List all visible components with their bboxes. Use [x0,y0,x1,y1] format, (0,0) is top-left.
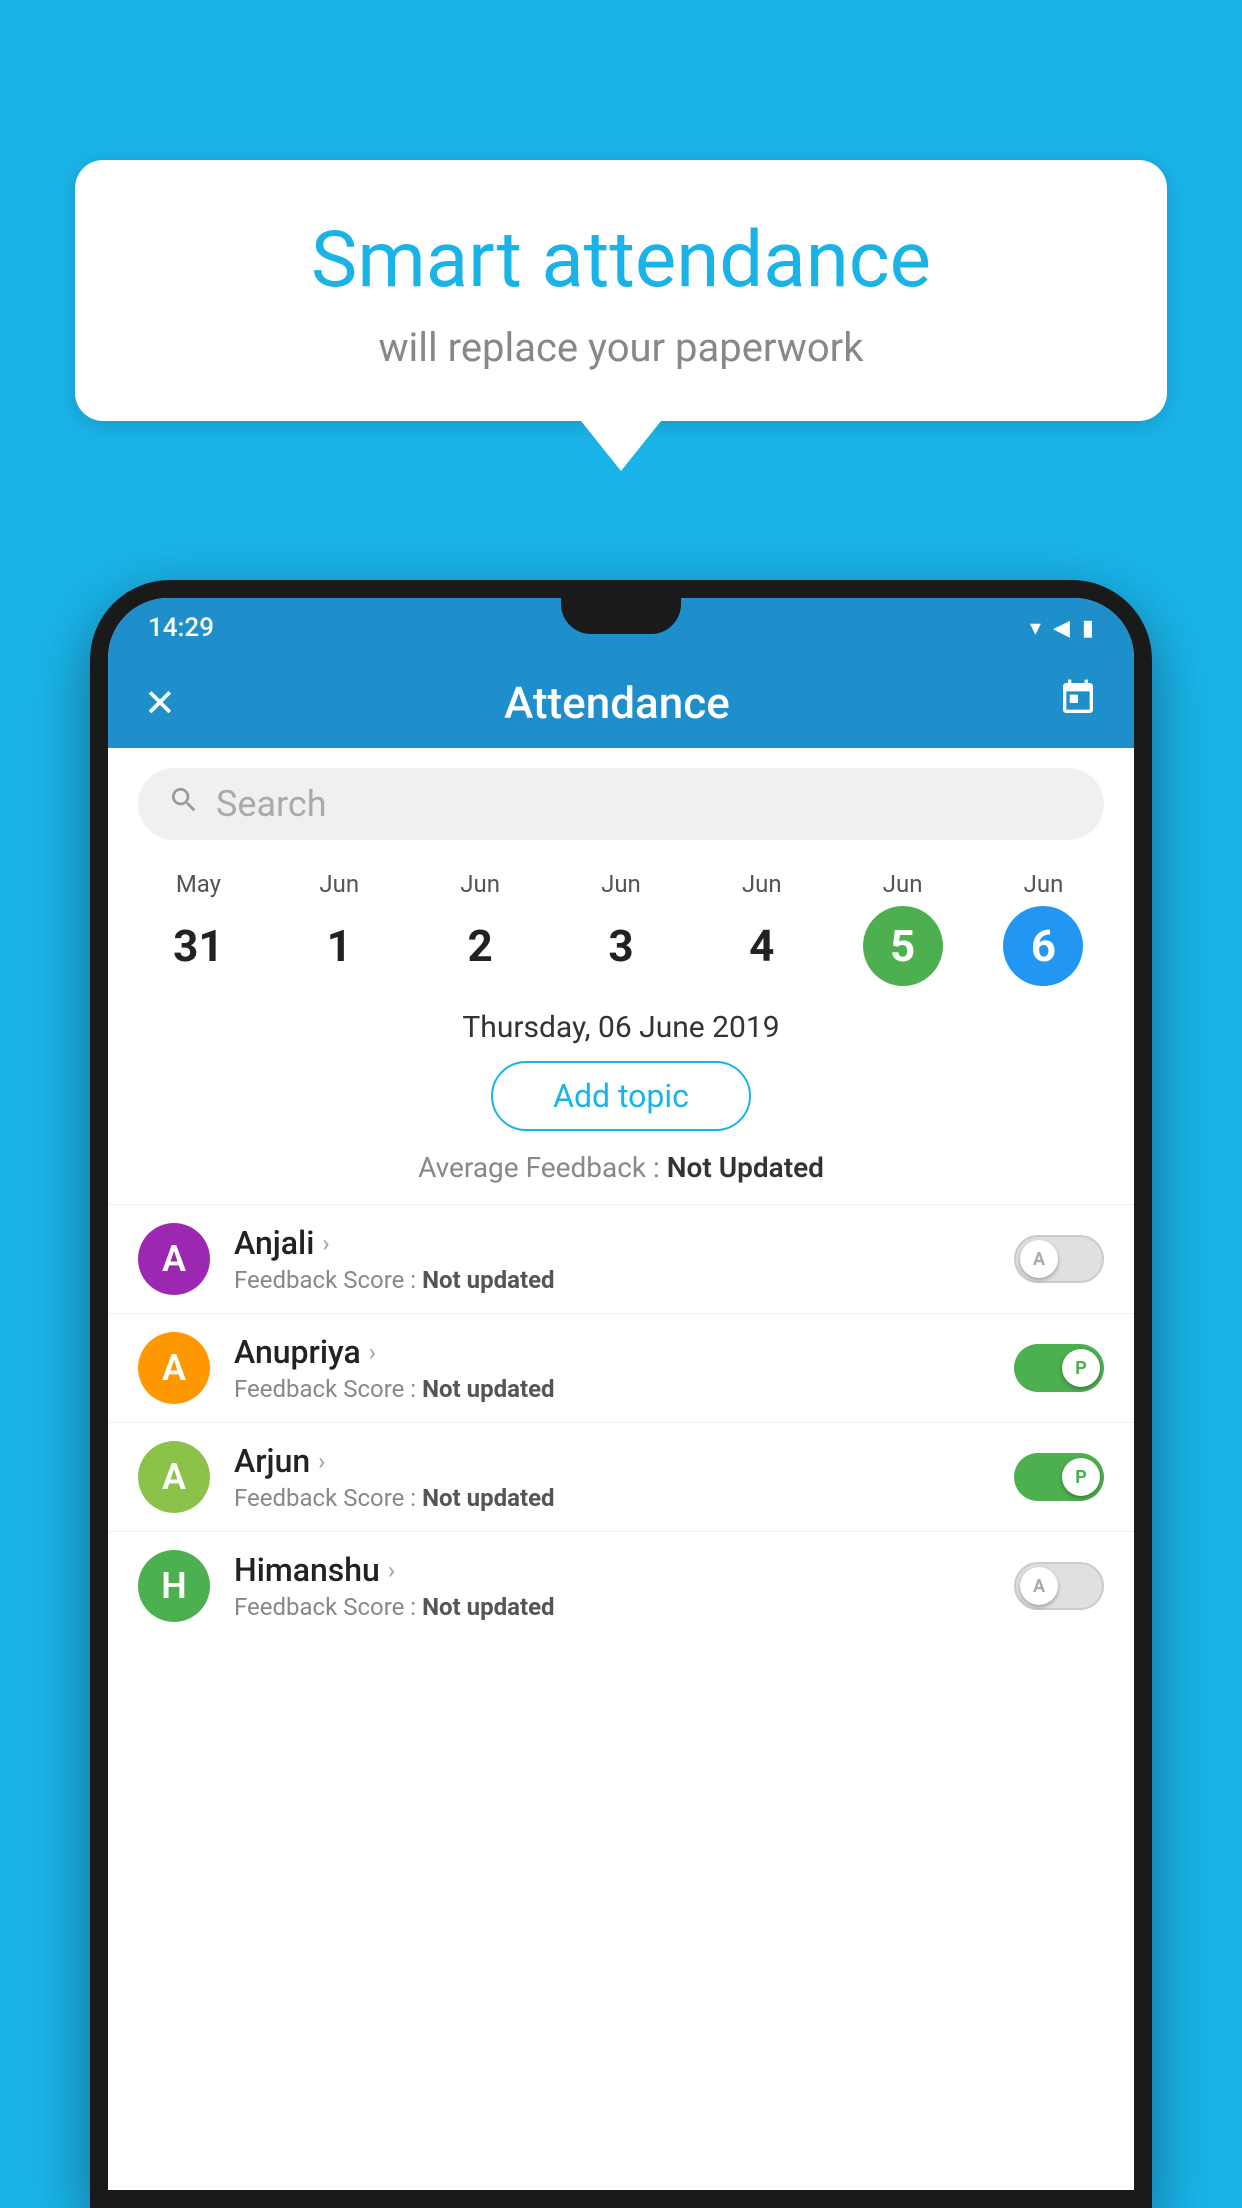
calendar-day[interactable]: Jun 1 [299,870,379,986]
speech-bubble-subtitle: will replace your paperwork [135,324,1107,371]
student-feedback: Feedback Score : Not updated [234,1593,1014,1621]
avatar: H [138,1550,210,1622]
student-name: Anupriya › [234,1333,1014,1371]
app-title: Attendance [504,677,730,729]
phone-notch [561,598,681,634]
search-bar[interactable]: Search [138,768,1104,840]
day-number[interactable]: 3 [581,906,661,986]
chevron-right-icon: › [369,1338,376,1366]
student-item[interactable]: A Anupriya › Feedback Score : Not updated P [108,1313,1134,1422]
student-item[interactable]: AAnjali ›Feedback Score : Not updatedA [108,1204,1134,1313]
toggle-knob: P [1062,1458,1100,1496]
calendar-icon[interactable] [1058,678,1098,728]
student-info: Anupriya › Feedback Score : Not updated [234,1333,1014,1403]
day-number[interactable]: 4 [722,906,802,986]
day-month-label: Jun [742,870,782,898]
status-icons: ▾ ◀ ▮ [1030,616,1094,641]
calendar-day[interactable]: Jun 2 [440,870,520,986]
day-month-label: May [176,870,221,898]
calendar-day[interactable]: Jun 4 [722,870,802,986]
calendar-day[interactable]: Jun 5 [863,870,943,986]
chevron-right-icon: › [388,1556,395,1584]
selected-date: Thursday, 06 June 2019 [108,1010,1134,1045]
search-icon [168,784,200,824]
app-bar: ✕ Attendance [108,658,1134,748]
student-info: Arjun › Feedback Score : Not updated [234,1442,1014,1512]
day-month-label: Jun [601,870,641,898]
avatar: A [138,1223,210,1295]
calendar-day[interactable]: Jun 6 [1003,870,1083,986]
student-item[interactable]: H Himanshu › Feedback Score : Not updatedA [108,1531,1134,1640]
student-feedback: Feedback Score : Not updated [234,1375,1014,1403]
calendar-row: May 31 Jun 1 Jun 2 Jun 3 Jun 4 Jun 5 Jun 6 [108,860,1134,986]
day-month-label: Jun [883,870,923,898]
day-month-label: Jun [460,870,500,898]
student-item[interactable]: A Arjun › Feedback Score : Not updated P [108,1422,1134,1531]
student-name: Himanshu › [234,1551,1014,1589]
chevron-right-icon: › [318,1447,325,1475]
attendance-toggle[interactable]: P [1014,1453,1104,1501]
signal-icon: ◀ [1053,616,1070,641]
calendar-day[interactable]: Jun 3 [581,870,661,986]
day-month-label: Jun [319,870,359,898]
day-number[interactable]: 2 [440,906,520,986]
attendance-toggle[interactable]: P [1014,1344,1104,1392]
toggle-knob: P [1062,1349,1100,1387]
student-info: Anjali › Feedback Score : Not updated [234,1224,1014,1294]
speech-bubble-arrow [581,421,661,471]
avatar: A [138,1332,210,1404]
attendance-toggle[interactable]: A [1014,1562,1104,1610]
day-number[interactable]: 5 [863,906,943,986]
toggle-knob: A [1020,1240,1058,1278]
average-feedback: Average Feedback : Not Updated [108,1151,1134,1184]
wifi-icon: ▾ [1030,616,1041,641]
day-month-label: Jun [1024,870,1064,898]
avatar: A [138,1441,210,1513]
student-name: Anjali › [234,1224,1014,1262]
phone-screen: 14:29 ▾ ◀ ▮ ✕ Attendance S [108,598,1134,2190]
attendance-toggle[interactable]: A [1014,1235,1104,1283]
day-number[interactable]: 31 [158,906,238,986]
speech-bubble-container: Smart attendance will replace your paper… [75,160,1167,471]
battery-icon: ▮ [1082,616,1094,641]
add-topic-button[interactable]: Add topic [491,1061,751,1131]
search-placeholder: Search [216,783,327,825]
toggle-knob: A [1020,1567,1058,1605]
chevron-right-icon: › [322,1229,329,1257]
student-info: Himanshu › Feedback Score : Not updated [234,1551,1014,1621]
phone-frame: 14:29 ▾ ◀ ▮ ✕ Attendance S [90,580,1152,2208]
speech-bubble-title: Smart attendance [135,215,1107,306]
status-time: 14:29 [148,613,214,643]
day-number[interactable]: 6 [1003,906,1083,986]
day-number[interactable]: 1 [299,906,379,986]
close-icon[interactable]: ✕ [144,681,176,726]
calendar-day[interactable]: May 31 [158,870,238,986]
student-list: AAnjali ›Feedback Score : Not updatedAAA… [108,1204,1134,1640]
avg-feedback-value: Not Updated [667,1151,824,1184]
avg-feedback-label: Average Feedback : [418,1151,660,1184]
student-feedback: Feedback Score : Not updated [234,1266,1014,1294]
speech-bubble: Smart attendance will replace your paper… [75,160,1167,421]
student-name: Arjun › [234,1442,1014,1480]
student-feedback: Feedback Score : Not updated [234,1484,1014,1512]
